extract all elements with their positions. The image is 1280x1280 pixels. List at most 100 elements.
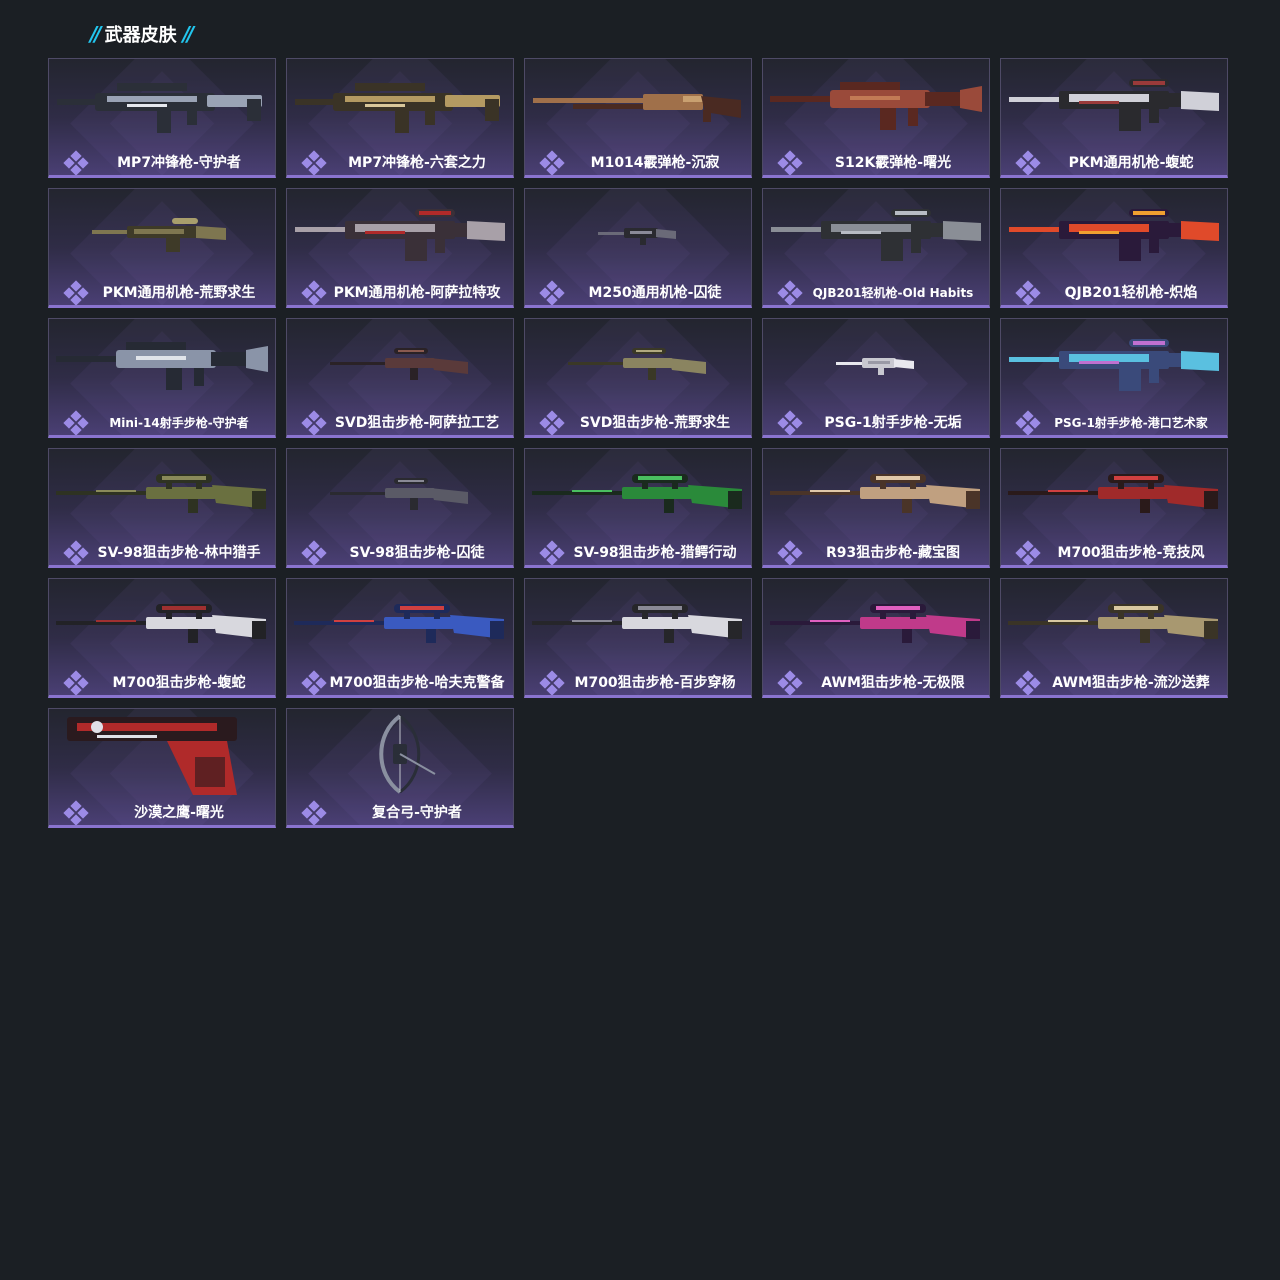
card-footer: 复合弓-守护者 (287, 795, 513, 825)
card-footer: PKM通用机枪-荒野求生 (49, 275, 275, 305)
card-footer: PKM通用机枪-蝮蛇 (1001, 145, 1227, 175)
weapon-image (1001, 325, 1227, 403)
skin-name: 沙漠之鹰-曙光 (134, 805, 224, 821)
skin-card[interactable]: M700狙击步枪-竞技风 (1000, 448, 1228, 568)
skin-name: MP7冲锋枪-守护者 (117, 155, 241, 171)
rarity-diamond-icon (1015, 670, 1041, 695)
rarity-diamond-icon (777, 670, 803, 695)
skin-name: M1014霰弹枪-沉寂 (590, 155, 720, 171)
section-header: // 武器皮肤 // (90, 20, 194, 48)
skin-card[interactable]: M700狙击步枪-百步穿杨 (524, 578, 752, 698)
weapon-image (1001, 455, 1227, 533)
weapon-image (1001, 195, 1227, 273)
skin-card[interactable]: SV-98狙击步枪-囚徒 (286, 448, 514, 568)
rarity-diamond-icon (777, 150, 803, 175)
skin-card[interactable]: M1014霰弹枪-沉寂 (524, 58, 752, 178)
skin-name: M700狙击步枪-蝮蛇 (112, 675, 246, 691)
card-footer: SVD狙击步枪-阿萨拉工艺 (287, 405, 513, 435)
skin-card[interactable]: MP7冲锋枪-六套之力 (286, 58, 514, 178)
card-footer: M700狙击步枪-哈夫克警备 (287, 665, 513, 695)
rarity-diamond-icon (301, 280, 327, 305)
card-footer: M700狙击步枪-百步穿杨 (525, 665, 751, 695)
skin-card[interactable]: SVD狙击步枪-阿萨拉工艺 (286, 318, 514, 438)
skin-card[interactable]: MP7冲锋枪-守护者 (48, 58, 276, 178)
weapon-image (763, 455, 989, 533)
skin-card[interactable]: SV-98狙击步枪-猎鳄行动 (524, 448, 752, 568)
skin-card[interactable]: PKM通用机枪-蝮蛇 (1000, 58, 1228, 178)
rarity-diamond-icon (539, 670, 565, 695)
skin-card[interactable]: Mini-14射手步枪-守护者 (48, 318, 276, 438)
card-footer: PSG-1射手步枪-港口艺术家 (1001, 405, 1227, 435)
skin-card[interactable]: S12K霰弹枪-曙光 (762, 58, 990, 178)
rarity-diamond-icon (1015, 410, 1041, 435)
rarity-diamond-icon (301, 800, 327, 825)
skin-name: M700狙击步枪-百步穿杨 (574, 675, 736, 691)
weapon-image (1001, 585, 1227, 663)
skin-card[interactable]: AWM狙击步枪-流沙送葬 (1000, 578, 1228, 698)
rarity-diamond-icon (539, 410, 565, 435)
skin-card[interactable]: 沙漠之鹰-曙光 (48, 708, 276, 828)
weapon-image (49, 65, 275, 143)
weapon-image (287, 585, 513, 663)
skin-name: M700狙击步枪-哈夫克警备 (329, 675, 505, 691)
weapon-image (525, 585, 751, 663)
skin-name: SV-98狙击步枪-猎鳄行动 (573, 545, 737, 561)
rarity-diamond-icon (539, 150, 565, 175)
rarity-diamond-icon (1015, 150, 1041, 175)
card-footer: SV-98狙击步枪-猎鳄行动 (525, 535, 751, 565)
rarity-diamond-icon (63, 670, 89, 695)
rarity-diamond-icon (301, 410, 327, 435)
skin-name: SV-98狙击步枪-囚徒 (349, 545, 485, 561)
skin-card[interactable]: PKM通用机枪-阿萨拉特攻 (286, 188, 514, 308)
skin-card[interactable]: AWM狙击步枪-无极限 (762, 578, 990, 698)
slash-decoration-right: // (182, 22, 194, 46)
card-footer: M700狙击步枪-蝮蛇 (49, 665, 275, 695)
weapon-image (287, 714, 513, 794)
skin-name: PSG-1射手步枪-无垢 (824, 415, 962, 431)
skin-card[interactable]: 复合弓-守护者 (286, 708, 514, 828)
skin-card[interactable]: M700狙击步枪-哈夫克警备 (286, 578, 514, 698)
rarity-diamond-icon (63, 410, 89, 435)
skin-card[interactable]: QJB201轻机枪-炽焰 (1000, 188, 1228, 308)
card-footer: QJB201轻机枪-Old Habits (763, 275, 989, 305)
skin-card[interactable]: PKM通用机枪-荒野求生 (48, 188, 276, 308)
card-footer: SVD狙击步枪-荒野求生 (525, 405, 751, 435)
skin-card[interactable]: PSG-1射手步枪-无垢 (762, 318, 990, 438)
weapon-skins-page: // 武器皮肤 // MP7冲锋枪-守护者 MP7冲锋枪-六套之力 M1014霰… (0, 0, 1280, 1280)
skin-name: PKM通用机枪-荒野求生 (102, 285, 256, 301)
skin-card[interactable]: R93狙击步枪-藏宝图 (762, 448, 990, 568)
skin-card[interactable]: PSG-1射手步枪-港口艺术家 (1000, 318, 1228, 438)
skin-card[interactable]: M700狙击步枪-蝮蛇 (48, 578, 276, 698)
skin-card[interactable]: M250通用机枪-囚徒 (524, 188, 752, 308)
skin-name: SVD狙击步枪-阿萨拉工艺 (334, 415, 500, 431)
skin-card[interactable]: QJB201轻机枪-Old Habits (762, 188, 990, 308)
skin-name: 复合弓-守护者 (372, 805, 462, 821)
skin-name: SV-98狙击步枪-林中猎手 (97, 545, 261, 561)
rarity-diamond-icon (63, 800, 89, 825)
weapon-image (287, 455, 513, 533)
card-footer: MP7冲锋枪-六套之力 (287, 145, 513, 175)
rarity-diamond-icon (63, 150, 89, 175)
weapon-image (525, 325, 751, 403)
card-footer: AWM狙击步枪-无极限 (763, 665, 989, 695)
skin-card[interactable]: SVD狙击步枪-荒野求生 (524, 318, 752, 438)
skin-name: Mini-14射手步枪-守护者 (109, 416, 249, 430)
skin-card[interactable]: SV-98狙击步枪-林中猎手 (48, 448, 276, 568)
skin-name: AWM狙击步枪-无极限 (821, 675, 965, 691)
weapon-image (287, 65, 513, 143)
skin-name: R93狙击步枪-藏宝图 (825, 545, 961, 561)
rarity-diamond-icon (539, 540, 565, 565)
skin-name: M700狙击步枪-竞技风 (1057, 545, 1205, 561)
rarity-diamond-icon (63, 540, 89, 565)
rarity-diamond-icon (301, 670, 327, 695)
rarity-diamond-icon (301, 150, 327, 175)
weapon-image (525, 65, 751, 143)
skin-name: S12K霰弹枪-曙光 (834, 155, 952, 171)
weapon-image (49, 715, 275, 795)
rarity-diamond-icon (1015, 280, 1041, 305)
rarity-diamond-icon (777, 410, 803, 435)
card-footer: PKM通用机枪-阿萨拉特攻 (287, 275, 513, 305)
card-footer: AWM狙击步枪-流沙送葬 (1001, 665, 1227, 695)
weapon-image (49, 325, 275, 403)
rarity-diamond-icon (301, 540, 327, 565)
